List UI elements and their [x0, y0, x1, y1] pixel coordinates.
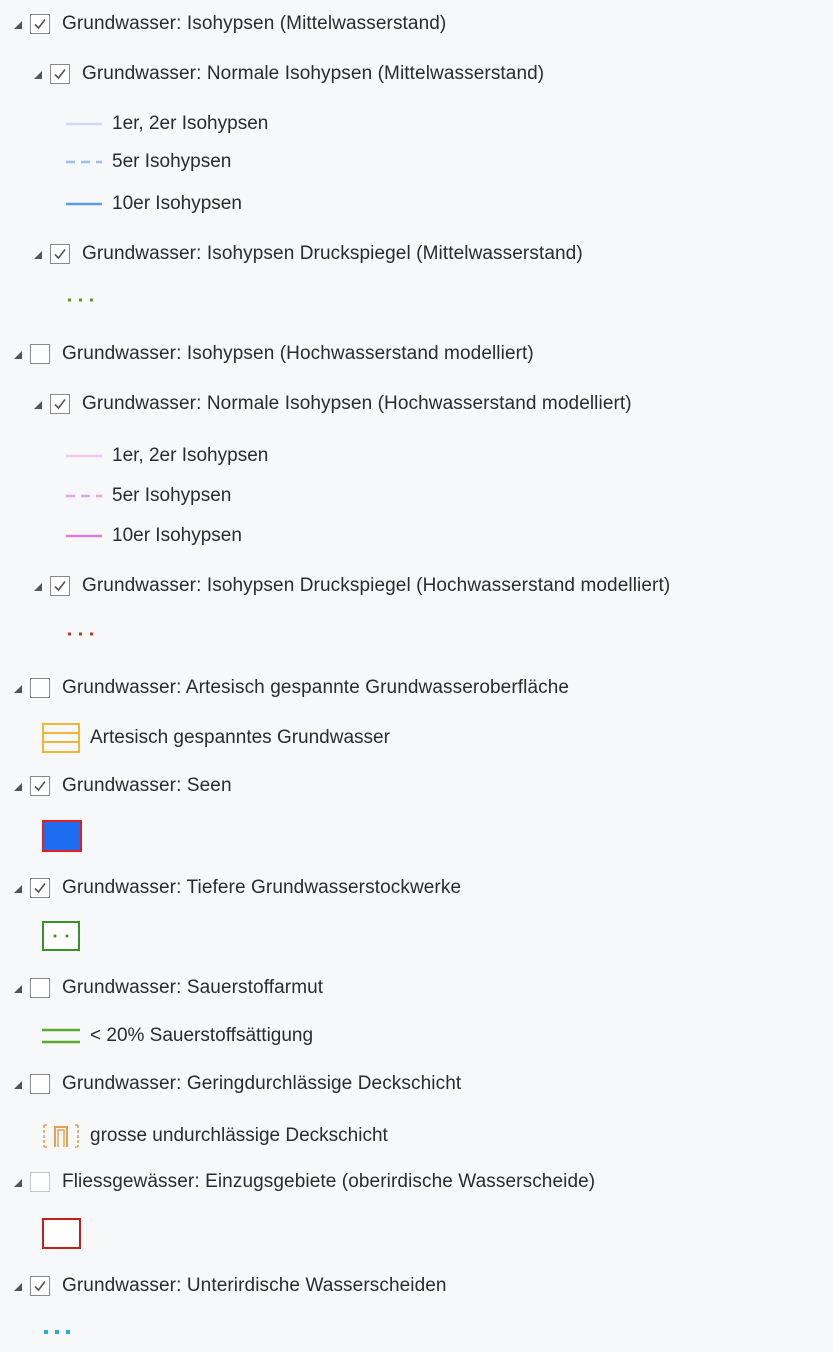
layer-checkbox[interactable]: [50, 576, 70, 596]
dotted-line-symbol-icon: [68, 632, 100, 636]
expand-triangle-icon[interactable]: [14, 685, 22, 693]
dashed-line-symbol-icon: [66, 160, 102, 164]
expand-triangle-icon[interactable]: [14, 885, 22, 893]
layer-row-seen[interactable]: Grundwasser: Seen: [14, 766, 232, 806]
layer-label: Grundwasser: Geringdurchlässige Deckschi…: [62, 1073, 462, 1094]
expand-triangle-icon[interactable]: [34, 583, 42, 591]
layer-row-druckspiegel-mittel[interactable]: Grundwasser: Isohypsen Druckspiegel (Mit…: [34, 234, 583, 274]
hatched-polygon-symbol-icon: [42, 723, 80, 753]
layer-checkbox[interactable]: [30, 1172, 50, 1192]
expand-triangle-icon[interactable]: [14, 1179, 22, 1187]
legend-label: grosse undurchlässige Deckschicht: [90, 1125, 388, 1146]
layer-checkbox[interactable]: [30, 14, 50, 34]
expand-triangle-icon[interactable]: [34, 251, 42, 259]
legend-item: [42, 1214, 82, 1254]
layer-row-tiefere-stockwerke[interactable]: Grundwasser: Tiefere Grundwasserstockwer…: [14, 868, 461, 908]
layer-checkbox[interactable]: [30, 978, 50, 998]
legend-item: [66, 614, 102, 654]
deckschicht-symbol-icon: [43, 1124, 79, 1148]
legend-label: 5er Isohypsen: [112, 151, 232, 172]
expand-triangle-icon[interactable]: [14, 783, 22, 791]
layer-checkbox[interactable]: [30, 878, 50, 898]
layer-checkbox[interactable]: [30, 1074, 50, 1094]
layer-checkbox[interactable]: [30, 678, 50, 698]
line-symbol-icon: [66, 122, 102, 126]
expand-triangle-icon[interactable]: [14, 985, 22, 993]
dotted-line-symbol-icon: [44, 1330, 76, 1334]
legend-item: [42, 916, 82, 956]
dotted-polygon-symbol-icon: [42, 921, 80, 951]
legend-label: 10er Isohypsen: [112, 193, 242, 214]
legend-label: 1er, 2er Isohypsen: [112, 113, 269, 134]
layer-row-isohypsen-hoch[interactable]: Grundwasser: Isohypsen (Hochwasserstand …: [14, 334, 534, 374]
expand-triangle-icon[interactable]: [34, 71, 42, 79]
expand-triangle-icon[interactable]: [14, 1081, 22, 1089]
layer-checkbox[interactable]: [50, 394, 70, 414]
layer-label: Grundwasser: Isohypsen (Hochwasserstand …: [62, 343, 534, 364]
legend-label: 5er Isohypsen: [112, 485, 232, 506]
dashed-line-symbol-icon: [66, 494, 102, 498]
expand-triangle-icon[interactable]: [14, 351, 22, 359]
layer-label: Grundwasser: Normale Isohypsen (Hochwass…: [82, 393, 632, 414]
line-symbol-icon: [66, 454, 102, 458]
legend-item: [42, 1312, 78, 1352]
legend-label: Artesisch gespanntes Grundwasser: [90, 727, 390, 748]
layer-label: Grundwasser: Normale Isohypsen (Mittelwa…: [82, 63, 545, 84]
layer-row-geringdurchlaessig[interactable]: Grundwasser: Geringdurchlässige Deckschi…: [14, 1064, 461, 1104]
legend-item: 10er Isohypsen: [66, 516, 242, 556]
layer-row-normale-isohypsen-hoch[interactable]: Grundwasser: Normale Isohypsen (Hochwass…: [34, 384, 632, 424]
legend-item: grosse undurchlässige Deckschicht: [42, 1116, 388, 1156]
layer-checkbox[interactable]: [30, 776, 50, 796]
legend-item: [66, 280, 102, 320]
layer-checkbox[interactable]: [30, 1276, 50, 1296]
legend-label: < 20% Sauerstoffsättigung: [90, 1025, 314, 1046]
expand-triangle-icon[interactable]: [14, 21, 22, 29]
outline-polygon-symbol-icon: [42, 1218, 81, 1249]
legend-item: [42, 816, 82, 856]
layer-label: Grundwasser: Seen: [62, 775, 232, 796]
layer-label: Grundwasser: Isohypsen Druckspiegel (Mit…: [82, 243, 583, 264]
legend-item: Artesisch gespanntes Grundwasser: [42, 718, 390, 758]
layer-row-druckspiegel-hoch[interactable]: Grundwasser: Isohypsen Druckspiegel (Hoc…: [34, 566, 670, 606]
legend-item: 1er, 2er Isohypsen: [66, 436, 268, 476]
dotted-line-symbol-icon: [68, 298, 100, 302]
legend-item: 1er, 2er Isohypsen: [66, 104, 268, 144]
layer-label: Grundwasser: Artesisch gespannte Grundwa…: [62, 677, 570, 698]
lake-polygon-symbol-icon: [42, 820, 82, 852]
expand-triangle-icon[interactable]: [14, 1283, 22, 1291]
expand-triangle-icon[interactable]: [34, 401, 42, 409]
layer-row-sauerstoffarmut[interactable]: Grundwasser: Sauerstoffarmut: [14, 968, 323, 1008]
layer-checkbox[interactable]: [50, 64, 70, 84]
layer-checkbox[interactable]: [50, 244, 70, 264]
legend-item: < 20% Sauerstoffsättigung: [42, 1016, 313, 1056]
layer-row-normale-isohypsen-mittel[interactable]: Grundwasser: Normale Isohypsen (Mittelwa…: [34, 54, 544, 94]
legend-item: 5er Isohypsen: [66, 476, 231, 516]
legend-label: 10er Isohypsen: [112, 525, 242, 546]
layer-row-unterirdische-wasserscheiden[interactable]: Grundwasser: Unterirdische Wasserscheide…: [14, 1266, 447, 1306]
line-symbol-icon: [66, 202, 102, 206]
layer-row-einzugsgebiete[interactable]: Fliessgewässer: Einzugsgebiete (oberirdi…: [14, 1162, 595, 1202]
layer-label: Fliessgewässer: Einzugsgebiete (oberirdi…: [62, 1171, 596, 1192]
layer-label: Grundwasser: Isohypsen Druckspiegel (Hoc…: [82, 575, 671, 596]
line-symbol-icon: [66, 534, 102, 538]
double-line-symbol-icon: [42, 1028, 80, 1044]
layer-checkbox[interactable]: [30, 344, 50, 364]
layer-row-artesisch[interactable]: Grundwasser: Artesisch gespannte Grundwa…: [14, 668, 569, 708]
legend-item: 5er Isohypsen: [66, 142, 231, 182]
legend-label: 1er, 2er Isohypsen: [112, 445, 269, 466]
layer-label: Grundwasser: Unterirdische Wasserscheide…: [62, 1275, 447, 1296]
layer-label: Grundwasser: Tiefere Grundwasserstockwer…: [62, 877, 462, 898]
layer-label: Grundwasser: Sauerstoffarmut: [62, 977, 324, 998]
layer-label: Grundwasser: Isohypsen (Mittelwasserstan…: [62, 13, 447, 34]
legend-item: 10er Isohypsen: [66, 184, 242, 224]
layer-row-isohypsen-mittel[interactable]: Grundwasser: Isohypsen (Mittelwasserstan…: [14, 4, 446, 44]
